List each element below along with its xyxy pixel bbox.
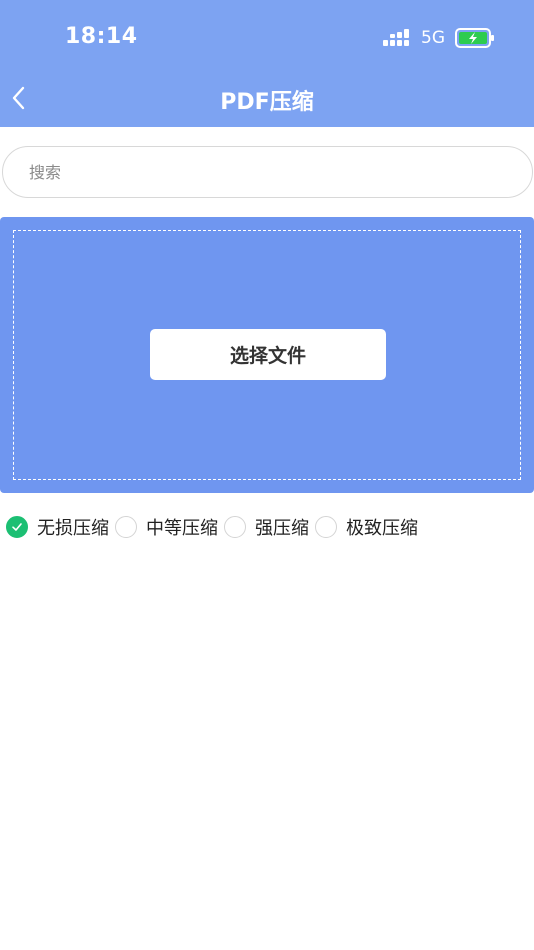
option-label: 无损压缩 [37, 518, 109, 539]
option-medium[interactable]: 中等压缩 [115, 514, 218, 540]
option-lossless[interactable]: 无损压缩 [6, 514, 109, 540]
option-label: 极致压缩 [346, 518, 418, 539]
select-file-button[interactable]: 选择文件 [150, 329, 386, 380]
app-header: 18:14 5G PDF压缩 [0, 0, 534, 127]
radio-unchecked-icon[interactable] [115, 516, 137, 538]
battery-charging-icon [455, 28, 494, 48]
file-drop-zone[interactable]: 选择文件 [13, 230, 521, 480]
option-extreme[interactable]: 极致压缩 [315, 514, 418, 540]
search-input[interactable] [2, 146, 533, 198]
radio-checked-icon[interactable] [6, 516, 28, 538]
option-strong[interactable]: 强压缩 [224, 514, 309, 540]
network-label: 5G [421, 28, 445, 48]
check-icon [12, 523, 22, 531]
upload-panel: 选择文件 [0, 217, 534, 493]
option-label: 强压缩 [255, 518, 309, 539]
radio-unchecked-icon[interactable] [315, 516, 337, 538]
signal-icon [383, 29, 409, 46]
compression-options: 无损压缩 中等压缩 强压缩 极致压缩 [6, 514, 424, 540]
radio-unchecked-icon[interactable] [224, 516, 246, 538]
option-label: 中等压缩 [146, 518, 218, 539]
status-time: 18:14 [65, 24, 138, 49]
page-title: PDF压缩 [220, 90, 314, 115]
